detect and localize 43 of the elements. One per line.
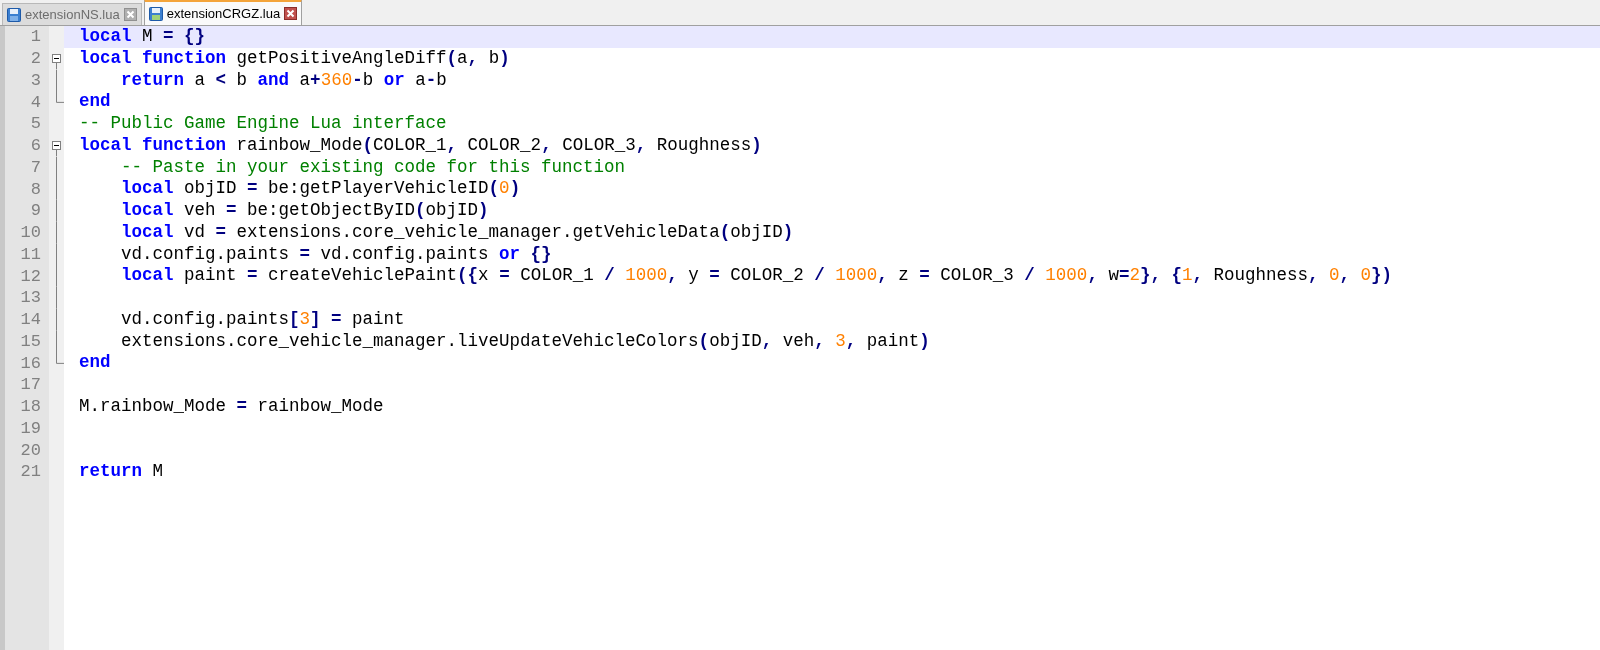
code-line: return a < b and a+360-b or a-b bbox=[120, 71, 447, 90]
line-number: 2 bbox=[30, 50, 41, 68]
code-line: M.rainbow_Mode = rainbow_Mode bbox=[79, 397, 384, 416]
line-number: 20 bbox=[20, 441, 41, 459]
line-number: 14 bbox=[20, 311, 41, 329]
line-number: 12 bbox=[20, 267, 41, 285]
file-tab[interactable]: extensionNS.lua bbox=[2, 3, 142, 25]
fold-toggle-icon[interactable] bbox=[52, 54, 61, 70]
close-icon[interactable] bbox=[284, 7, 298, 20]
line-number: 1 bbox=[30, 28, 41, 46]
code-line: end bbox=[79, 354, 111, 372]
line-number: 18 bbox=[20, 398, 41, 416]
line-number: 19 bbox=[20, 419, 41, 437]
file-tab[interactable]: extensionCRGZ.lua bbox=[143, 0, 303, 25]
line-number: 6 bbox=[30, 137, 41, 155]
code-line: local function rainbow_Mode(COLOR_1, COLOR_2, COLOR_3, Roughness) bbox=[79, 136, 762, 155]
line-number: 3 bbox=[30, 71, 41, 89]
line-number: 13 bbox=[20, 289, 41, 307]
code-line: return M bbox=[79, 463, 164, 481]
line-number: 16 bbox=[20, 354, 41, 372]
code-line: -- Public Game Engine Lua interface bbox=[79, 115, 447, 133]
code-line: vd.config.paints = vd.config.paints or {} bbox=[120, 245, 552, 264]
code-line: -- Paste in your existing code for this function bbox=[120, 158, 626, 177]
code-line: extensions.core_vehicle_manager.liveUpdateVehicleColors(objID, veh, 3, paint) bbox=[120, 332, 930, 351]
code-line: vd.config.paints[3] = paint bbox=[120, 310, 405, 329]
line-number: 8 bbox=[30, 180, 41, 198]
line-number: 17 bbox=[20, 376, 41, 394]
code-line: local M = {} bbox=[79, 28, 206, 46]
line-number: 11 bbox=[20, 245, 41, 263]
line-number: 9 bbox=[30, 202, 41, 220]
code-line: local vd = extensions.core_vehicle_manager.getVehicleData(objID) bbox=[120, 223, 794, 242]
line-number: 10 bbox=[20, 224, 41, 242]
code-line: local veh = be:getObjectByID(objID) bbox=[120, 202, 489, 220]
code-line: local objID = be:getPlayerVehicleID(0) bbox=[120, 180, 521, 198]
code-line: local paint = createVehiclePaint({x = COLOR_1 / 1000, y = COLOR_2 / 1000, z = COLOR_3 / 1000, w=2}, {1, Roughness, 0, 0}) bbox=[120, 267, 1393, 285]
line-number: 15 bbox=[20, 332, 41, 350]
fold-toggle-icon[interactable] bbox=[52, 141, 61, 157]
line-number: 4 bbox=[30, 93, 41, 111]
code-line: local function getPositiveAngleDiff(a, b) bbox=[79, 49, 510, 68]
line-number: 7 bbox=[30, 158, 41, 176]
line-number: 5 bbox=[30, 115, 41, 133]
line-number: 21 bbox=[20, 463, 41, 481]
code-line: end bbox=[79, 93, 111, 111]
